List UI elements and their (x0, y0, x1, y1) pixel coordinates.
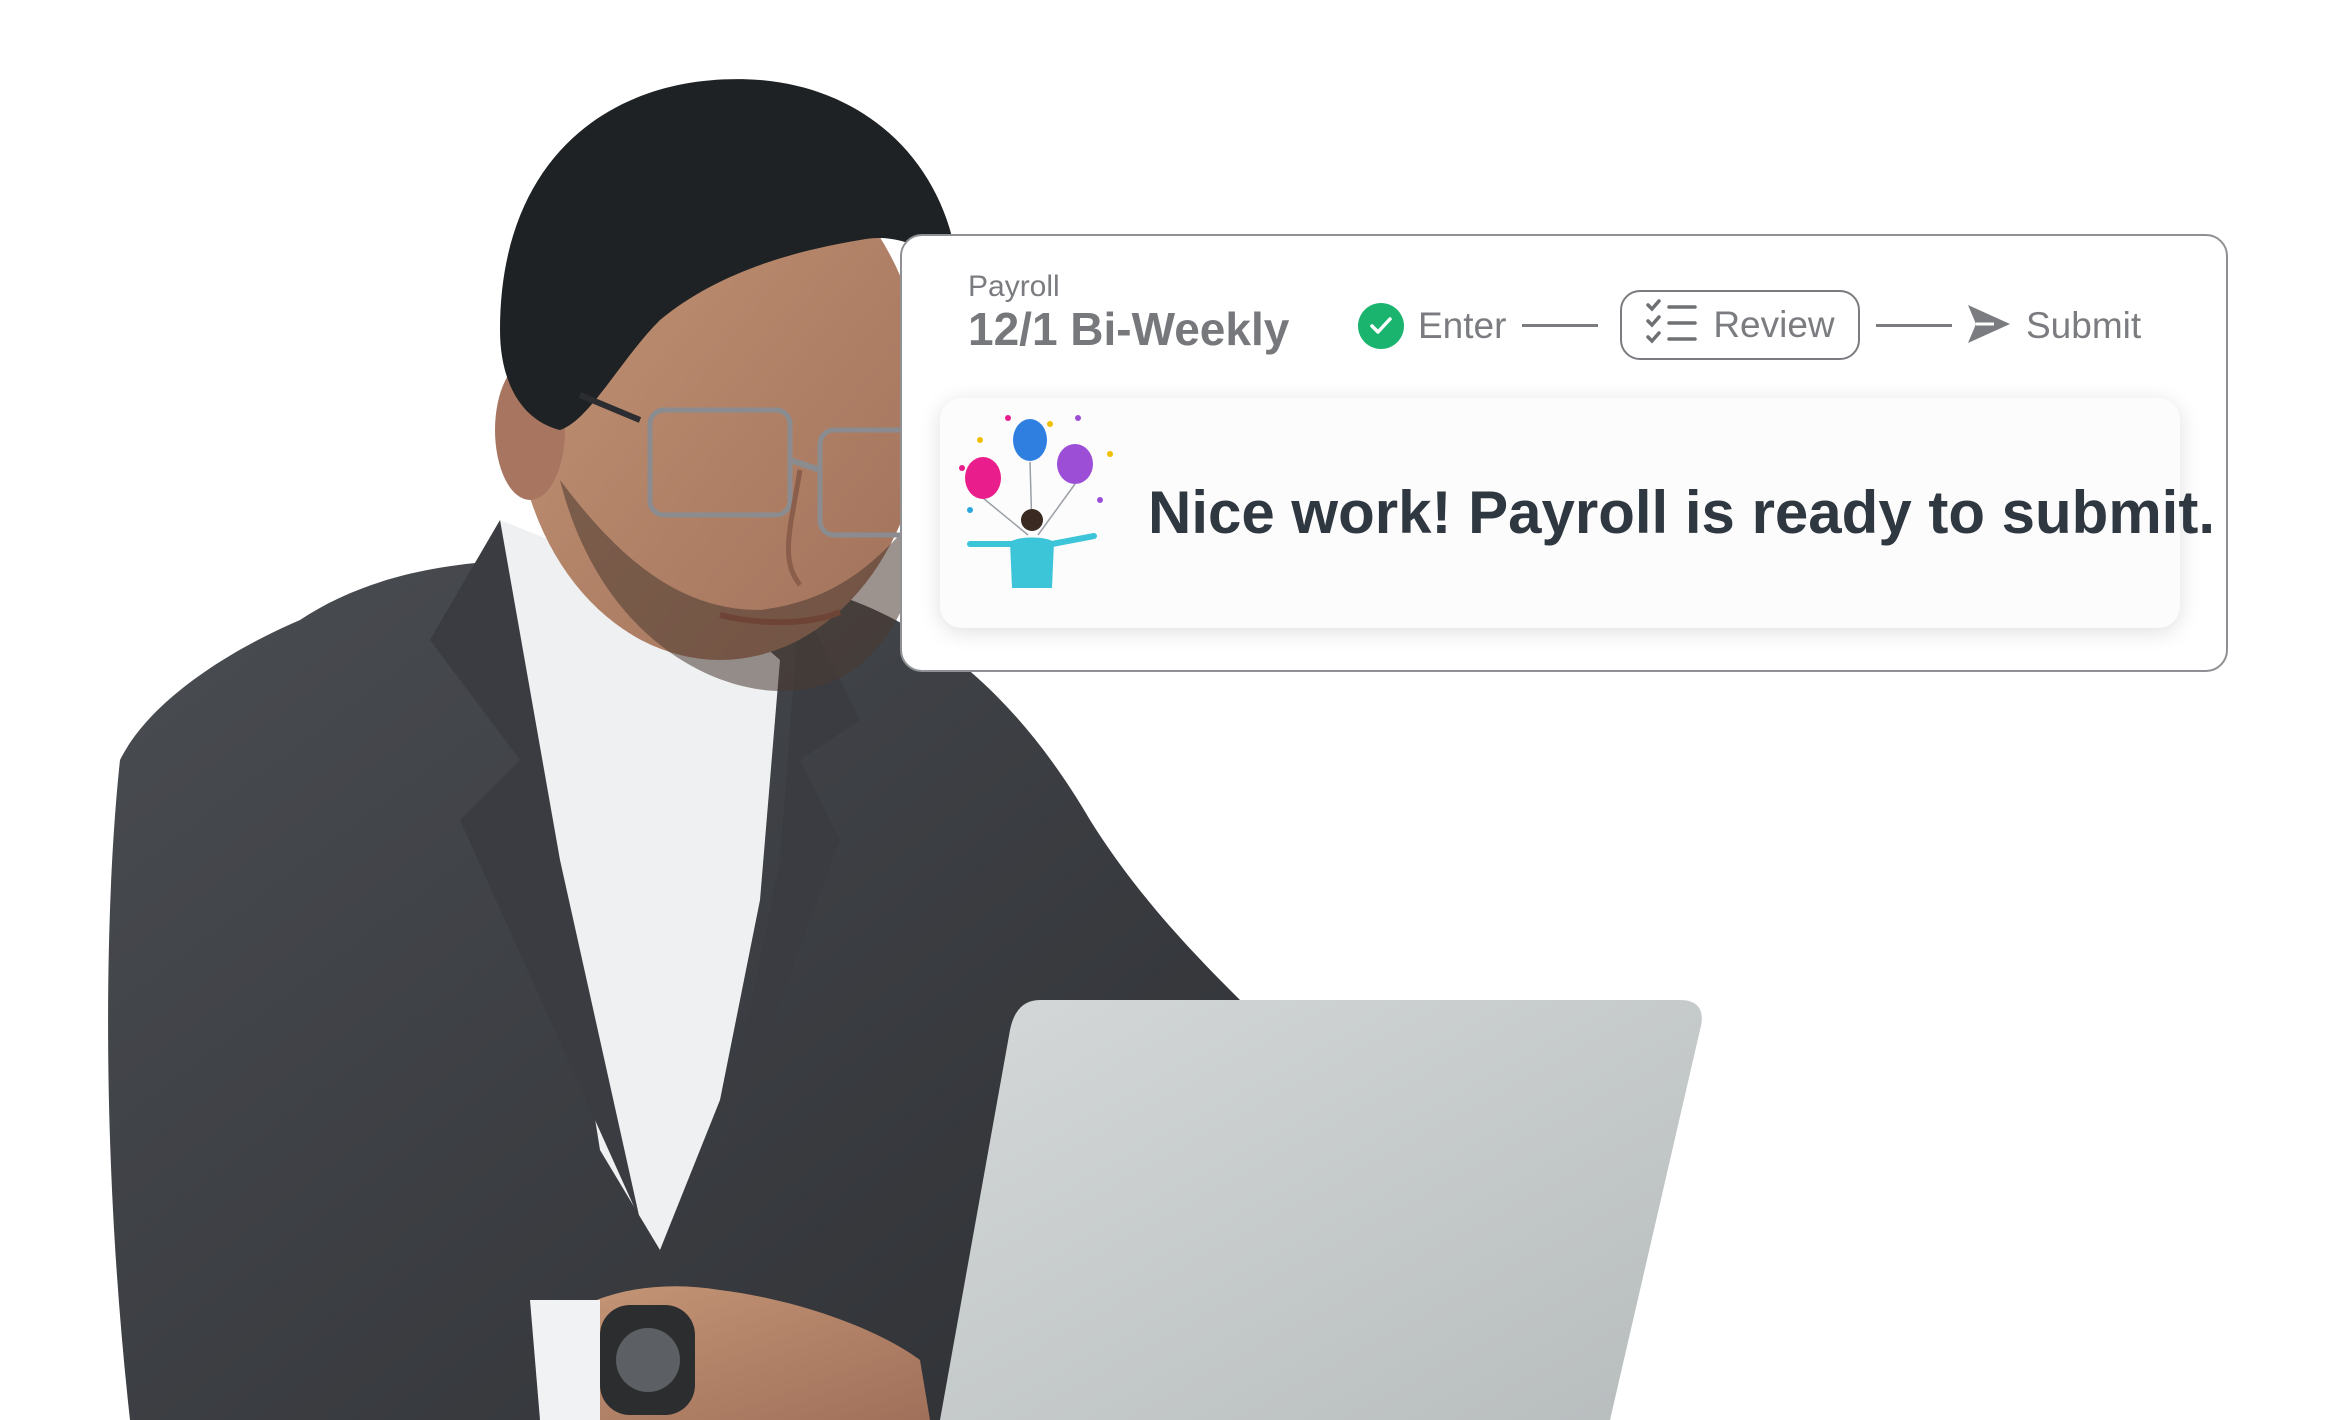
payroll-kicker: Payroll (968, 270, 1060, 303)
step-review-label: Review (1713, 304, 1835, 345)
step-review[interactable]: Review (1620, 290, 1860, 360)
step-enter[interactable]: Enter (1358, 300, 1506, 352)
laptop (940, 1000, 1702, 1420)
send-icon (1966, 303, 2012, 350)
step-connector (1522, 324, 1598, 327)
step-enter-label: Enter (1418, 305, 1507, 346)
checklist-icon (1645, 298, 1699, 352)
celebration-balloons-icon (959, 415, 1113, 588)
step-connector (1876, 324, 1952, 327)
step-submit-label: Submit (2026, 305, 2142, 346)
check-circle-icon (1358, 303, 1404, 349)
person-at-laptop-photo (108, 79, 1702, 1420)
notification-message: Nice work! Payroll is ready to submit. (1148, 479, 2215, 546)
payroll-period-title: 12/1 Bi-Weekly (968, 303, 1290, 355)
step-submit[interactable]: Submit (1966, 300, 2141, 352)
